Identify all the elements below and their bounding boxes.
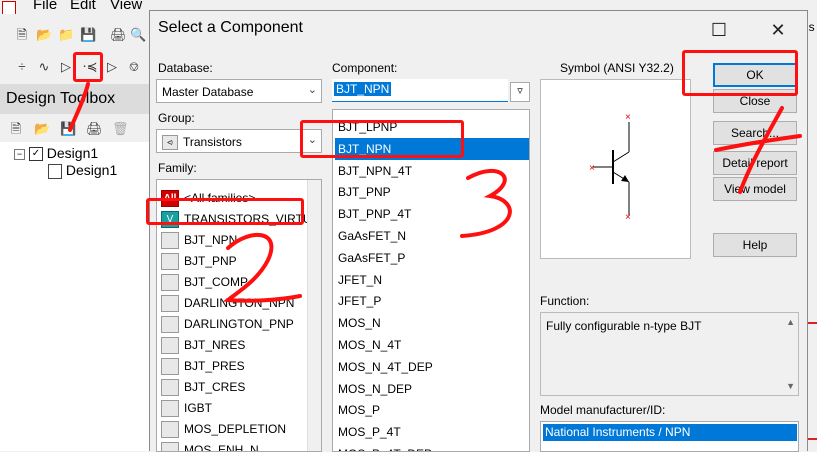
annotation-strokes	[68, 82, 802, 303]
